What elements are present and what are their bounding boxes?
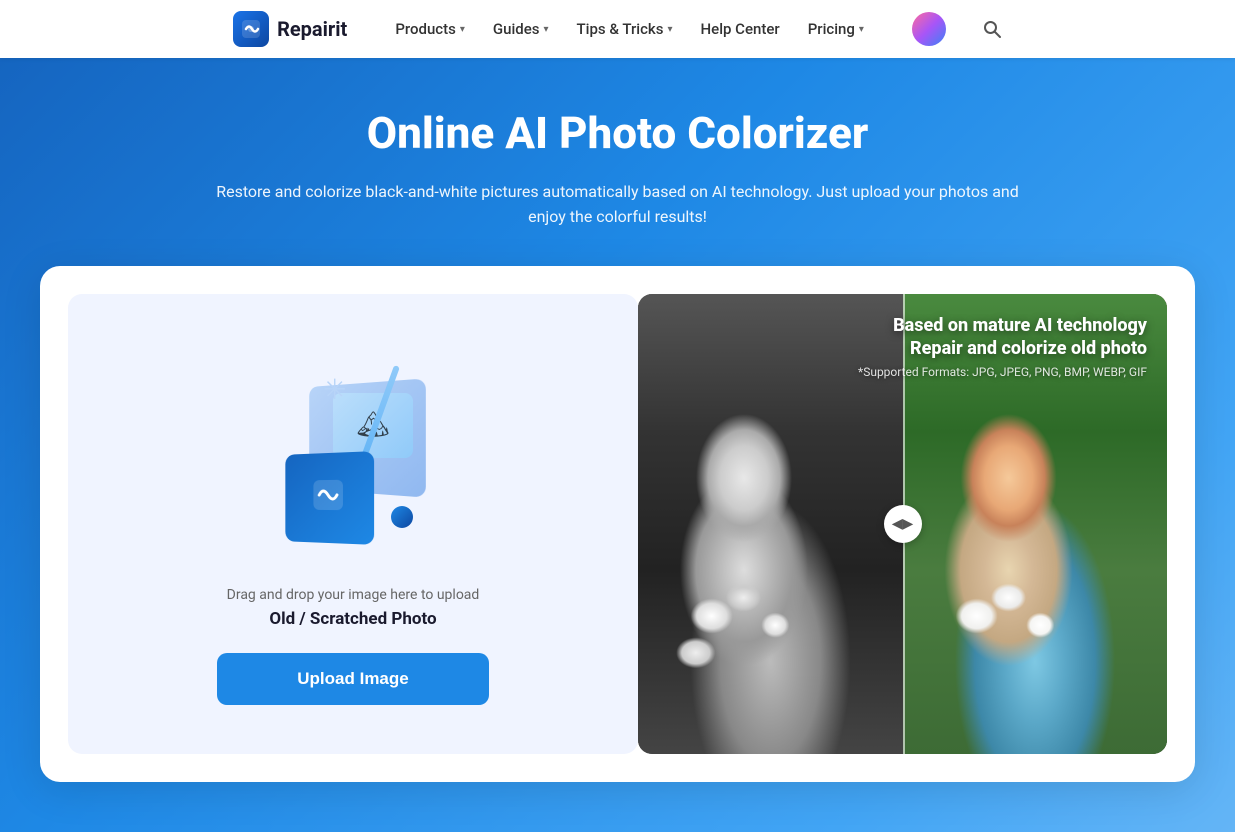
preview-formats-label: *Supported Formats: JPG, JPEG, PNG, BMP,… [858, 365, 1147, 379]
nav-label-guides: Guides [493, 20, 540, 38]
hero-section: Online AI Photo Colorizer Restore and co… [0, 58, 1235, 832]
chevron-down-icon: ▾ [543, 24, 548, 35]
nav-item-pricing[interactable]: Pricing ▾ [796, 12, 876, 46]
illus-box-front [285, 451, 374, 545]
before-after-handle[interactable]: ◀▶ [884, 505, 922, 543]
nav-item-products[interactable]: Products ▾ [383, 12, 477, 46]
illustration-container: ✳ [243, 343, 463, 563]
nav-label-products: Products [395, 20, 456, 38]
upload-image-button[interactable]: Upload Image [217, 653, 488, 705]
formats-label: *Supported Formats: [858, 365, 969, 379]
search-icon[interactable] [982, 19, 1002, 39]
chevron-down-icon: ▾ [859, 24, 864, 35]
upload-illustration: ✳ [243, 343, 463, 563]
chevron-down-icon: ▾ [460, 24, 465, 35]
illus-circle-icon [391, 506, 413, 528]
avatar[interactable] [912, 12, 946, 46]
before-after-container: ◀▶ Based on mature AI technology Repair … [638, 294, 1167, 754]
formats-list: JPG, JPEG, PNG, BMP, WEBP, GIF [972, 365, 1147, 379]
chevron-down-icon: ▾ [667, 24, 672, 35]
main-card: ✳ Drag and drop your image here [40, 266, 1195, 782]
nav-item-tips-tricks[interactable]: Tips & Tricks ▾ [565, 12, 685, 46]
navbar: Repairit Products ▾ Guides ▾ Tips & Tric… [0, 0, 1235, 58]
drag-drop-text: Drag and drop your image here to upload [227, 587, 480, 603]
preview-overlay: Based on mature AI technology Repair and… [858, 314, 1147, 379]
logo-icon [233, 11, 269, 47]
nav-label-help-center: Help Center [701, 20, 780, 38]
hero-title: Online AI Photo Colorizer [20, 108, 1215, 159]
nav-label-pricing: Pricing [808, 20, 855, 38]
nav-item-guides[interactable]: Guides ▾ [481, 12, 561, 46]
illus-star-icon: ✳ [323, 373, 346, 406]
preview-title-line1: Based on mature AI technology [858, 314, 1147, 337]
color-flowers [929, 524, 1088, 708]
nav-item-help-center[interactable]: Help Center [689, 12, 792, 46]
bw-flowers [664, 524, 823, 708]
logo-link[interactable]: Repairit [233, 11, 347, 47]
nav-label-tips-tricks: Tips & Tricks [577, 20, 664, 38]
preview-title-line2: Repair and colorize old photo [858, 337, 1147, 360]
preview-panel: ◀▶ Based on mature AI technology Repair … [638, 294, 1167, 754]
nav-links: Products ▾ Guides ▾ Tips & Tricks ▾ Help… [383, 12, 876, 46]
illus-logo-q [311, 476, 346, 520]
photo-type-label: Old / Scratched Photo [269, 609, 436, 629]
upload-panel: ✳ Drag and drop your image here [68, 294, 638, 754]
hero-subtitle: Restore and colorize black-and-white pic… [208, 179, 1028, 230]
logo-text: Repairit [277, 17, 347, 41]
